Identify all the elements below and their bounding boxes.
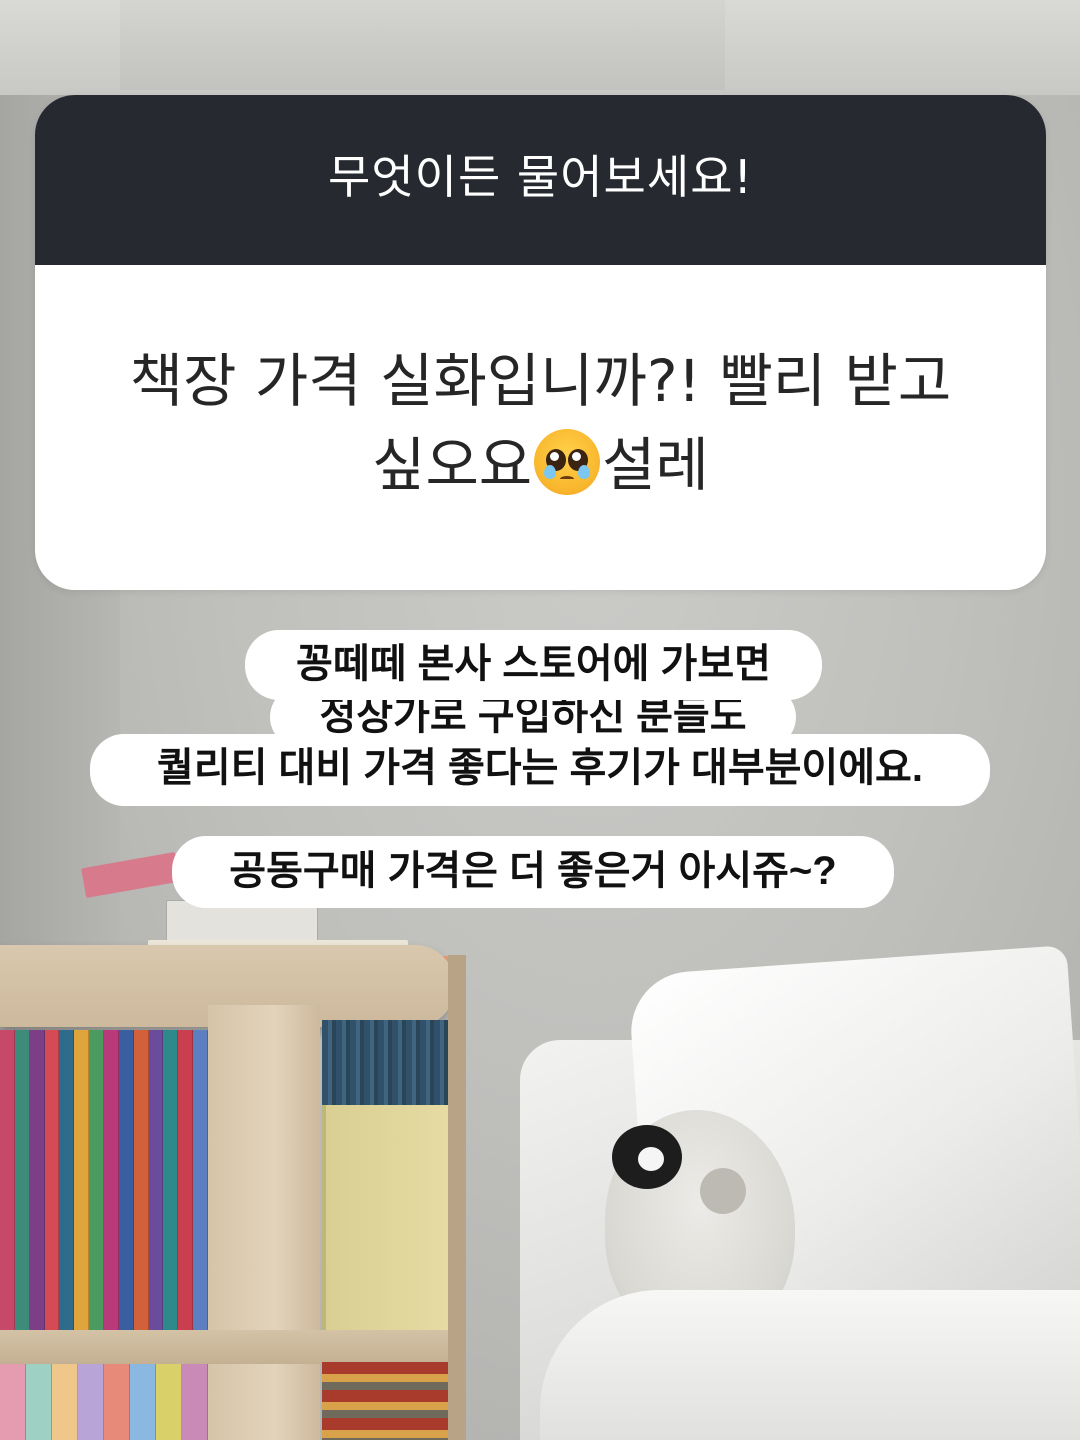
- question-sticker[interactable]: 무엇이든 물어보세요! 책장 가격 실화입니까?! 빨리 받고 싶오요 설레: [35, 95, 1046, 590]
- question-text: 책장 가격 실화입니까?! 빨리 받고 싶오요 설레: [130, 339, 951, 507]
- book-row-bottom: [322, 1362, 448, 1440]
- blanket: [540, 1290, 1080, 1440]
- bookshelf-middle: [0, 1330, 455, 1364]
- question-line-2-end: 설레: [602, 430, 709, 499]
- plush-nose: [700, 1168, 746, 1214]
- bookshelf-side: [448, 955, 466, 1440]
- question-line-1: 책장 가격 실화입니까?! 빨리 받고: [129, 346, 952, 415]
- question-sticker-body: 책장 가격 실화입니까?! 빨리 받고 싶오요 설레: [35, 265, 1046, 590]
- question-sticker-title: 무엇이든 물어보세요!: [328, 150, 753, 204]
- plush-eye-patch: [612, 1125, 682, 1189]
- caption-line-4: 공동구매 가격은 더 좋은거 아시쥬~?: [172, 836, 894, 908]
- book-row: [0, 1030, 209, 1335]
- caption-line-3: 퀄리티 대비 가격 좋다는 후기가 대부분이에요.: [90, 734, 990, 806]
- bookshelf-divider: [208, 1005, 320, 1440]
- book-row-lower: [0, 1362, 208, 1440]
- question-line-2-start: 싶오요: [372, 430, 533, 499]
- ceiling-beam: [120, 0, 725, 90]
- question-sticker-header: 무엇이든 물어보세요!: [35, 95, 1046, 265]
- pleading-face-icon: [534, 428, 601, 495]
- book-row-blue: [322, 1020, 448, 1105]
- picture-book: [322, 1105, 452, 1330]
- caption-line-1: 꽁떼떼 본사 스토어에 가보면: [245, 630, 822, 700]
